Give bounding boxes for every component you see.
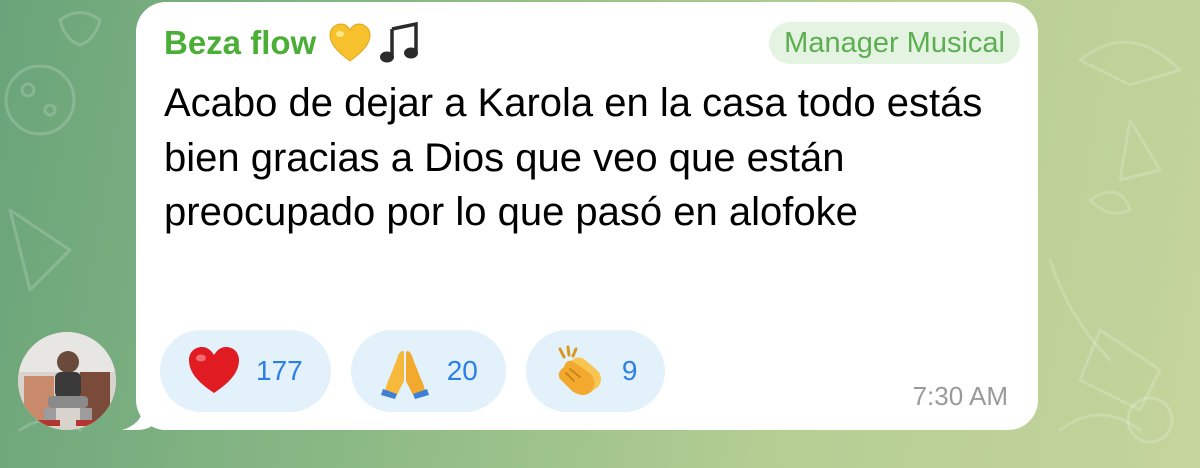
folded-hands-icon xyxy=(380,351,429,399)
reaction-heart[interactable]: 177 xyxy=(160,330,331,412)
reaction-count: 20 xyxy=(446,355,478,386)
music-note-icon xyxy=(380,21,419,63)
sender-avatar[interactable] xyxy=(18,332,116,430)
message-bubble: Beza flow Manager Musical Acabo de dejar… xyxy=(136,2,1038,430)
avatar-photo xyxy=(18,332,116,430)
reaction-count: 177 xyxy=(256,355,303,386)
sender-name[interactable]: Beza flow xyxy=(164,24,316,62)
red-heart-icon xyxy=(189,347,239,393)
reaction-count: 9 xyxy=(621,355,638,386)
yellow-heart-icon xyxy=(329,23,371,62)
message-timestamp: 7:30 AM xyxy=(912,381,1008,411)
sender-header: Beza flow xyxy=(164,20,422,66)
reactions-bar: 177 20 9 xyxy=(160,330,666,412)
message-text: Acabo de dejar a Karola en la casa todo … xyxy=(164,81,983,234)
clapping-hands-icon xyxy=(558,345,601,395)
reaction-clapping-hands[interactable]: 9 xyxy=(525,330,666,412)
role-badge: Manager Musical xyxy=(769,22,1020,64)
reaction-folded-hands[interactable]: 20 xyxy=(350,330,506,412)
